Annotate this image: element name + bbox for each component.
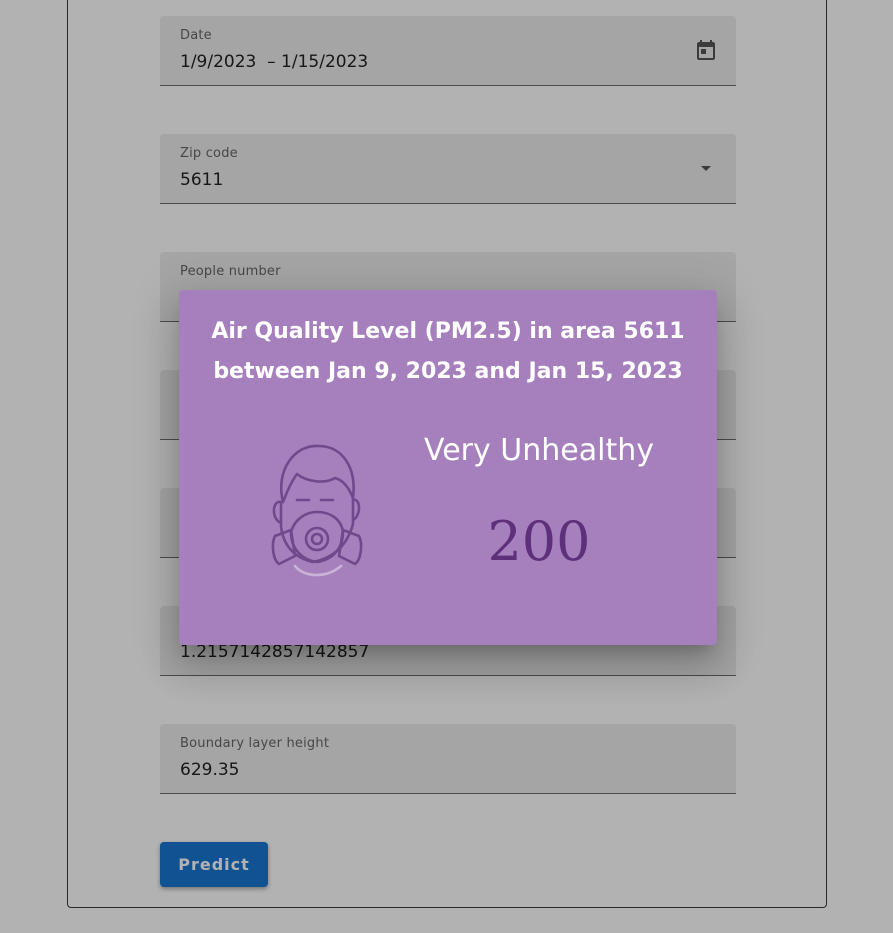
dialog-title: Air Quality Level (PM2.5) in area 5611 b… xyxy=(179,312,717,392)
dialog-title-line-2: between Jan 9, 2023 and Jan 15, 2023 xyxy=(213,359,683,384)
dialog-title-line-1: Air Quality Level (PM2.5) in area 5611 xyxy=(211,319,685,344)
page: Date 1/9/2023 – 1/15/2023 Zip code 5611 … xyxy=(0,0,893,933)
aqi-value: 200 xyxy=(487,510,591,573)
result-dialog: Air Quality Level (PM2.5) in area 5611 b… xyxy=(179,290,717,645)
air-quality-category: Very Unhealthy xyxy=(424,433,654,468)
gas-mask-icon xyxy=(271,444,363,577)
